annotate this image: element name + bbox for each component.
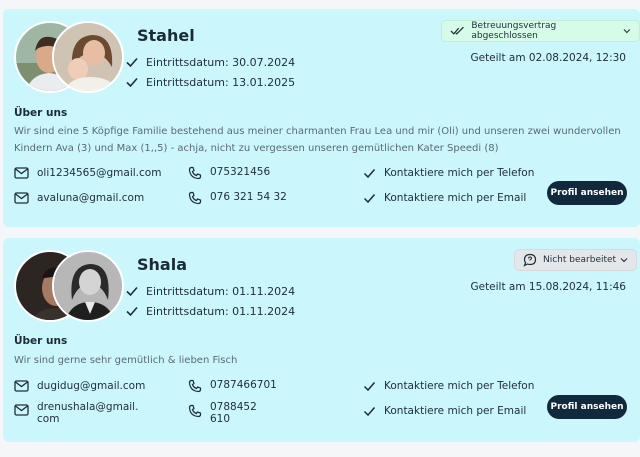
contact-preference: Kontaktiere mich per Telefon (363, 167, 534, 179)
entry-date: Eintrittsdatum: 01.11.2024 (125, 282, 295, 300)
email-contact[interactable]: oli1234565@gmail.com (14, 167, 161, 179)
entry-date: Eintrittsdatum: 30.07.2024 (125, 53, 295, 71)
check-icon (126, 306, 138, 317)
mail-icon (14, 167, 29, 179)
chat-bubble-icon (523, 253, 537, 267)
email-contact[interactable]: drenushala@gmail. com (14, 401, 152, 425)
profile-card: Stahel Eintrittsdatum: 30.07.2024 Eintri… (3, 9, 640, 227)
check-icon (363, 407, 376, 417)
check-icon (126, 286, 138, 297)
profile-name: Stahel (137, 26, 195, 45)
entry-date: Eintrittsdatum: 13.01.2025 (125, 73, 295, 91)
status-dropdown[interactable]: Nicht bearbeitet (514, 249, 638, 271)
entry-date: Eintrittsdatum: 01.11.2024 (125, 302, 295, 320)
check-icon (363, 194, 376, 204)
phone-contact[interactable]: 0788452 610 (188, 401, 272, 425)
mail-icon (14, 404, 29, 416)
check-icon (126, 57, 138, 68)
profile-name: Shala (137, 255, 187, 274)
phone-icon (188, 166, 202, 180)
phone-icon (188, 191, 202, 205)
avatar-group (14, 21, 134, 95)
chevron-down-icon (620, 258, 628, 263)
check-icon (363, 382, 376, 392)
phone-contact[interactable]: 075321456 (188, 166, 270, 180)
contact-preference: Kontaktiere mich per Telefon (363, 380, 534, 392)
chevron-down-icon (623, 29, 631, 34)
about-text: Wir sind eine 5 Köpfige Familie bestehen… (14, 126, 621, 154)
status-label: Betreuungsvertrag abgeschlossen (471, 21, 557, 41)
avatar (52, 21, 124, 93)
contact-preference: Kontaktiere mich per Email (363, 405, 526, 417)
check-icon (126, 77, 138, 88)
shared-date: Geteilt am 02.08.2024, 12:30 (470, 52, 626, 64)
status-label: Nicht bearbeitet (543, 255, 617, 265)
phone-contact[interactable]: 0787466701 (188, 379, 277, 393)
mail-icon (14, 380, 29, 392)
avatar (52, 250, 124, 322)
email-contact[interactable]: avaluna@gmail.com (14, 192, 144, 204)
phone-contact[interactable]: 076 321 54 32 (188, 191, 287, 205)
shared-date: Geteilt am 15.08.2024, 11:46 (470, 281, 626, 293)
check-icon (363, 169, 376, 179)
about-title: Über uns (14, 107, 68, 119)
status-dropdown[interactable]: Betreuungsvertrag abgeschlossen (441, 20, 640, 42)
mail-icon (14, 192, 29, 204)
phone-icon (188, 404, 202, 418)
view-profile-button[interactable]: Profil ansehen (547, 395, 627, 419)
profile-card: Shala Eintrittsdatum: 01.11.2024 Eintrit… (3, 238, 640, 442)
avatar-group (14, 250, 134, 324)
about-text: Wir sind gerne sehr gemütlich & lieben F… (14, 355, 238, 366)
view-profile-button[interactable]: Profil ansehen (547, 181, 627, 205)
contact-preference: Kontaktiere mich per Email (363, 192, 526, 204)
double-check-icon (450, 26, 464, 35)
email-contact[interactable]: dugidug@gmail.com (14, 380, 145, 392)
phone-icon (188, 379, 202, 393)
about-title: Über uns (14, 335, 68, 347)
